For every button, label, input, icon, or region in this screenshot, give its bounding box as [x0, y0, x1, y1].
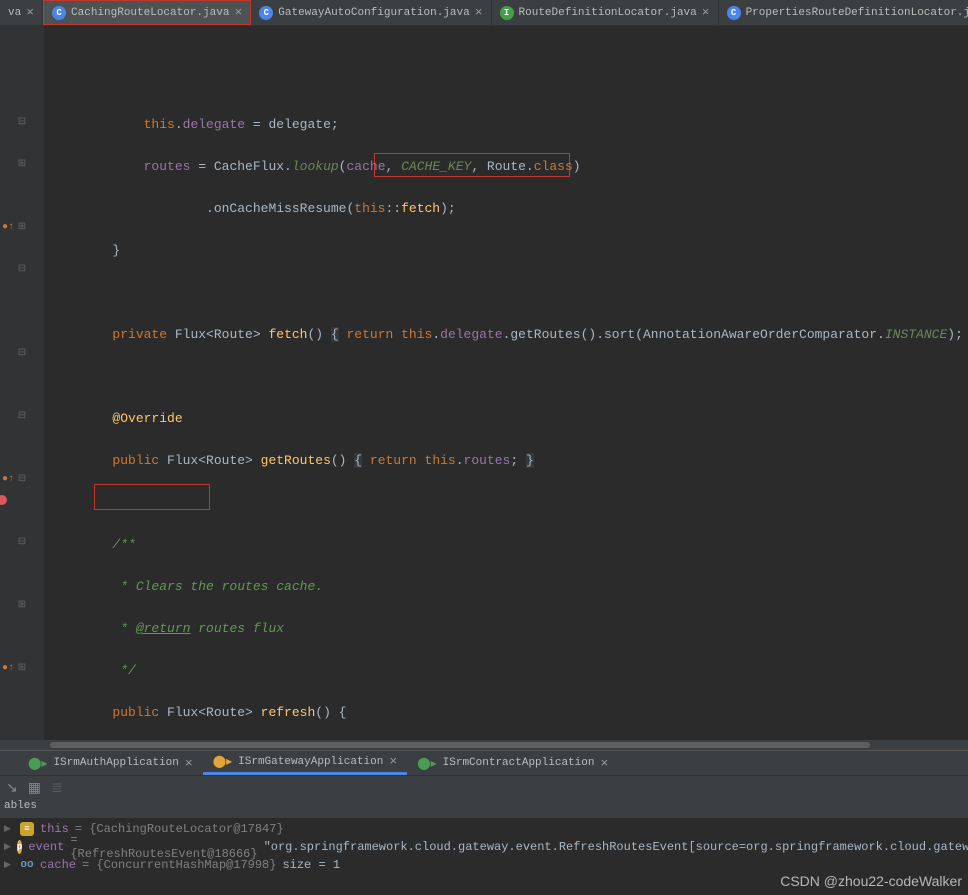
tab-gateway-auto-config[interactable]: C GatewayAutoConfiguration.java × — [251, 0, 491, 25]
close-icon[interactable]: × — [26, 5, 34, 20]
var-kind-icon: oo — [20, 858, 34, 872]
run-icon: ⬤▸ — [28, 756, 47, 771]
tab-route-definition-locator[interactable]: I RouteDefinitionLocator.java × — [492, 0, 719, 25]
run-tab-label: ISrmGatewayApplication — [238, 756, 383, 768]
tab-caching-route-locator[interactable]: C CachingRouteLocator.java × — [43, 0, 251, 25]
expand-icon[interactable]: ▶ — [4, 824, 14, 834]
editor-tab-bar: va × C CachingRouteLocator.java × C Gate… — [0, 0, 968, 26]
fold-icon[interactable]: ⊟ — [18, 473, 26, 485]
expand-icon[interactable]: ▶ — [4, 842, 11, 852]
fold-icon[interactable]: ⊟ — [18, 410, 26, 422]
fold-icon[interactable]: ⊟ — [18, 116, 26, 128]
step-icon[interactable]: ↘ — [6, 780, 18, 797]
file-label: va — [8, 7, 21, 19]
file-label: PropertiesRouteDefinitionLocator.java — [746, 7, 968, 19]
expand-icon[interactable]: ▶ — [4, 860, 14, 870]
run-tab-auth[interactable]: ⬤▸ ISrmAuthApplication × — [18, 751, 203, 775]
tab-properties-route-definition[interactable]: C PropertiesRouteDefinitionLocator.java … — [719, 0, 968, 25]
tab-0[interactable]: va × — [0, 0, 43, 25]
file-label: CachingRouteLocator.java — [71, 7, 229, 19]
fold-icon[interactable]: ⊞ — [18, 599, 26, 611]
variables-panel: ▶ ≡ this = {CachingRouteLocator@17847} ▶… — [0, 818, 968, 876]
fold-icon[interactable]: ⊟ — [18, 263, 26, 275]
fold-icon[interactable]: ⊟ — [18, 347, 26, 359]
close-icon[interactable]: × — [600, 756, 608, 771]
var-row-event[interactable]: ▶ p event = {RefreshRoutesEvent@18666} "… — [4, 838, 964, 856]
run-tab-bar: ⬤▸ ISrmAuthApplication × ⬤▸ ISrmGatewayA… — [0, 750, 968, 776]
code-area[interactable]: this.delegate = delegate; routes = Cache… — [44, 26, 968, 740]
close-icon[interactable]: × — [702, 5, 710, 20]
scrollbar-thumb[interactable] — [50, 742, 870, 748]
fold-icon[interactable]: ⊟ — [18, 536, 26, 548]
file-label: GatewayAutoConfiguration.java — [278, 7, 469, 19]
close-icon[interactable]: × — [185, 756, 193, 771]
run-tab-contract[interactable]: ⬤▸ ISrmContractApplication × — [407, 751, 618, 775]
close-icon[interactable]: × — [389, 754, 397, 769]
horizontal-scrollbar[interactable] — [0, 740, 968, 750]
run-tab-gateway[interactable]: ⬤▸ ISrmGatewayApplication × — [203, 751, 408, 775]
java-class-icon: C — [52, 6, 66, 20]
java-class-icon: C — [727, 6, 741, 20]
var-kind-icon: p — [17, 840, 22, 854]
debug-icon: ⬤▸ — [213, 754, 232, 769]
run-tab-label: ISrmAuthApplication — [53, 757, 178, 769]
variables-header: ables — [0, 800, 968, 818]
more-icon[interactable]: ≣ — [51, 780, 63, 797]
run-icon: ⬤▸ — [417, 756, 436, 771]
var-row-cache[interactable]: ▶ oo cache = {ConcurrentHashMap@17998} s… — [4, 856, 964, 874]
close-icon[interactable]: × — [234, 5, 242, 20]
debug-toolbar: ↘ ▦ ≣ — [0, 776, 968, 800]
fold-icon[interactable]: ⊞ — [18, 662, 26, 674]
run-tab-label: ISrmContractApplication — [443, 757, 595, 769]
fold-icon[interactable]: ⊞ — [18, 221, 26, 233]
calculator-icon[interactable]: ▦ — [28, 780, 41, 797]
java-class-icon: C — [259, 6, 273, 20]
java-interface-icon: I — [500, 6, 514, 20]
breakpoint-icon[interactable] — [0, 495, 7, 505]
file-label: RouteDefinitionLocator.java — [519, 7, 697, 19]
gutter: ⊟ ⊞ ●↑ ⊞ ⊟ ⊟ ⊟ ●↑ ⊟ ⊟ ⊞ ●↑ ⊞ — [0, 26, 44, 740]
fold-icon[interactable]: ⊞ — [18, 158, 26, 170]
close-icon[interactable]: × — [475, 5, 483, 20]
code-editor[interactable]: ⊟ ⊞ ●↑ ⊞ ⊟ ⊟ ⊟ ●↑ ⊟ ⊟ ⊞ ●↑ ⊞ this.delega… — [0, 26, 968, 740]
var-kind-icon: ≡ — [20, 822, 34, 836]
